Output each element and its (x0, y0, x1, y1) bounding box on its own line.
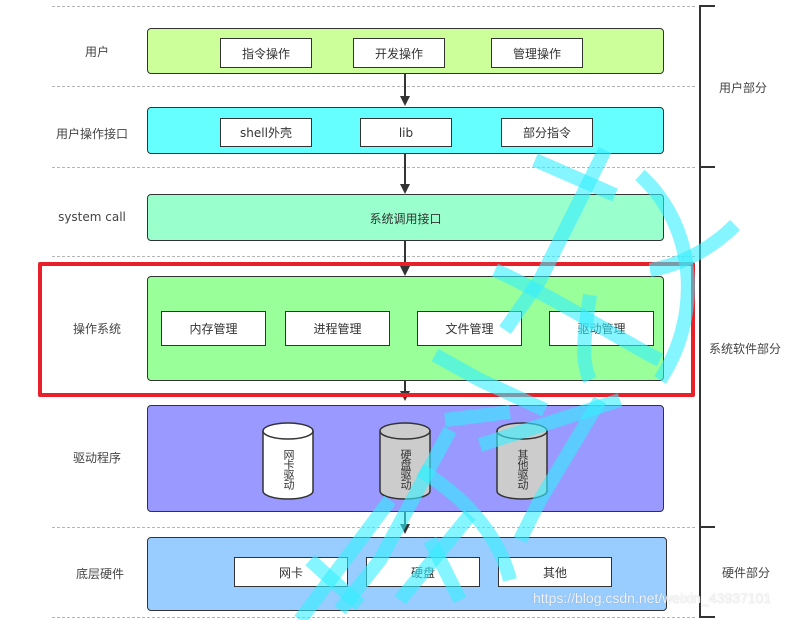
watermark-url: https://blog.csdn.net/weixin_43937101 (533, 590, 772, 606)
item-admin-ops: 管理操作 (491, 38, 583, 68)
cylinder-other-driver: 其他驱动 (496, 422, 548, 500)
connector-line (404, 73, 406, 97)
highlight-frame (38, 262, 695, 397)
layer-user: 指令操作 开发操作 管理操作 (147, 28, 664, 74)
arrow-down-icon (400, 184, 410, 194)
item-nic: 网卡 (234, 557, 348, 587)
cylinder-label: 其他驱动 (516, 449, 529, 489)
arrow-down-icon (400, 524, 410, 534)
syscall-interface-text: 系统调用接口 (369, 212, 442, 226)
section-label-hardware: 硬件部分 (722, 566, 771, 580)
cylinder-disk-driver: 硬盘驱动 (379, 422, 431, 500)
separator-line (52, 86, 695, 87)
item-dev-ops: 开发操作 (353, 38, 445, 68)
layer-drivers: 网卡驱动 硬盘驱动 其他驱动 (147, 405, 664, 512)
layer-label-system-call: system call (58, 210, 126, 224)
separator-line (52, 167, 695, 168)
item-command-ops: 指令操作 (220, 38, 312, 68)
layer-label-user-interface: 用户操作接口 (55, 127, 128, 141)
connector-line (404, 153, 406, 185)
arrow-down-icon (400, 96, 410, 106)
section-label-user: 用户部分 (719, 81, 768, 95)
item-partial-commands: 部分指令 (501, 118, 593, 147)
cylinder-label: 硬盘驱动 (399, 449, 412, 489)
item-shell: shell外壳 (220, 118, 312, 147)
layer-user-interface: shell外壳 lib 部分指令 (147, 107, 664, 154)
layer-label-user: 用户 (84, 45, 109, 59)
bracket-tick (699, 616, 715, 618)
item-lib: lib (360, 118, 452, 147)
separator-line (52, 617, 695, 618)
separator-line (52, 6, 695, 7)
scribble-stroke (532, 153, 618, 202)
bracket-tick (699, 5, 715, 7)
cylinder-label: 网卡驱动 (282, 449, 295, 489)
cylinder-nic-driver: 网卡驱动 (262, 422, 314, 500)
bracket-tick (699, 166, 715, 168)
item-disk: 硬盘 (366, 557, 480, 587)
separator-line (52, 256, 695, 257)
layer-label-drivers: 驱动程序 (72, 451, 121, 465)
layer-system-call: 系统调用接口 (147, 194, 664, 241)
item-other: 其他 (498, 557, 612, 587)
section-label-system-software: 系统软件部分 (709, 342, 782, 356)
separator-line (52, 527, 695, 528)
layer-label-hardware: 底层硬件 (75, 567, 124, 581)
bracket-tick (699, 526, 715, 528)
